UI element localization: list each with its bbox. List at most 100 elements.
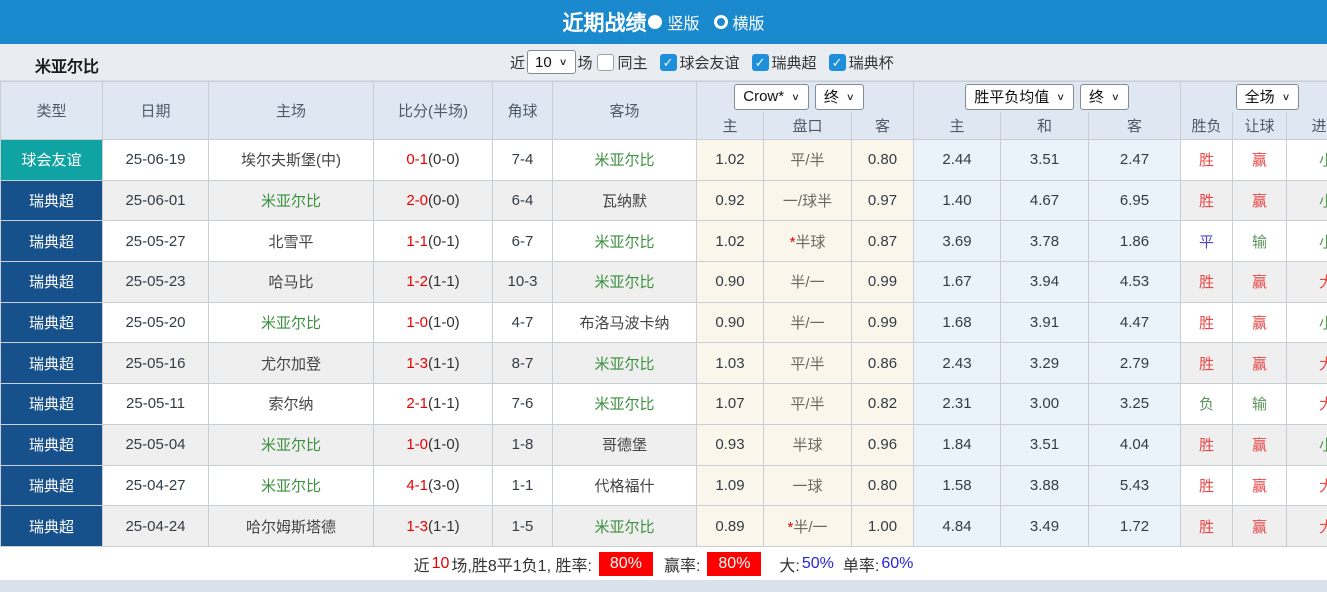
- avg-odds-select[interactable]: 胜平负均值 ∨: [965, 84, 1074, 110]
- handicap-away-odds-cell: 1.00: [852, 506, 914, 547]
- halftime-score: (0-1): [428, 233, 460, 250]
- table-row: 瑞典超 25-05-16 尤尔加登 1-3(1-1) 8-7 米亚尔比 1.03…: [1, 343, 1327, 384]
- corner-cell: 1-8: [493, 424, 553, 465]
- summary-winodds-label: 赢率:: [664, 552, 700, 576]
- corner-cell: 4-7: [493, 302, 553, 343]
- table-row: 瑞典超 25-05-04 米亚尔比 1-0(1-0) 1-8 哥德堡 0.93 …: [1, 424, 1327, 465]
- corner-cell: 7-6: [493, 384, 553, 425]
- handicap-line: 平/半: [790, 396, 824, 413]
- avg-draw-odds-cell: 3.91: [1001, 302, 1089, 343]
- same-home-checkbox[interactable]: ✓: [597, 54, 614, 71]
- avg-final-value: 终: [1089, 86, 1104, 107]
- date-cell: 25-05-11: [103, 384, 209, 425]
- handicap-away-odds-cell: 0.80: [852, 465, 914, 506]
- halftime-score: (1-0): [428, 436, 460, 453]
- home-team-cell: 哈马比: [209, 262, 374, 303]
- avg-draw-odds-cell: 3.51: [1001, 424, 1089, 465]
- big-rate-value: 50%: [802, 555, 834, 573]
- handicap-line-cell: 一球: [764, 465, 852, 506]
- chevron-down-icon: ∨: [1282, 91, 1291, 102]
- sub-header-avg-home: 主: [914, 112, 1001, 140]
- handicap-final-select[interactable]: 终 ∨: [815, 84, 864, 110]
- result-handicap-cell: 赢: [1233, 506, 1287, 547]
- sub-header-handicap-line: 盘口: [764, 112, 852, 140]
- date-cell: 25-06-19: [103, 140, 209, 181]
- result-wdl-cell: 胜: [1181, 180, 1233, 221]
- avg-draw-odds-cell: 4.67: [1001, 180, 1089, 221]
- avg-away-odds-cell: 1.72: [1089, 506, 1181, 547]
- avg-draw-odds-cell: 3.51: [1001, 140, 1089, 181]
- home-team-cell: 米亚尔比: [209, 424, 374, 465]
- match-type-badge: 瑞典超: [1, 424, 103, 465]
- result-handicap-cell: 赢: [1233, 465, 1287, 506]
- friendly-filter-checkbox[interactable]: ✓: [660, 54, 677, 71]
- handicap-final-value: 终: [824, 86, 839, 107]
- table-row: 瑞典超 25-05-20 米亚尔比 1-0(1-0) 4-7 布洛马波卡纳 0.…: [1, 302, 1327, 343]
- allsvenskan-filter-checkbox[interactable]: ✓: [752, 54, 769, 71]
- score-cell: 1-3(1-1): [374, 343, 493, 384]
- horizontal-layout-radio[interactable]: [714, 15, 728, 29]
- handicap-home-odds-cell: 0.90: [697, 262, 764, 303]
- summary-bar: 近10场,胜8平1负1, 胜率: 80% 赢率: 80% 大:50% 单率:60…: [0, 547, 1327, 580]
- result-goals-cell: 小: [1287, 180, 1327, 221]
- handicap-line: 平/半: [790, 356, 824, 373]
- bookmaker-select[interactable]: Crow* ∨: [734, 84, 809, 110]
- handicap-away-odds-cell: 0.99: [852, 302, 914, 343]
- chevron-down-icon: ∨: [1111, 91, 1120, 102]
- sub-header-wdl: 胜负: [1181, 112, 1233, 140]
- horizontal-layout-label[interactable]: 横版: [733, 10, 765, 34]
- corner-cell: 1-5: [493, 506, 553, 547]
- vertical-layout-label[interactable]: 竖版: [667, 10, 699, 34]
- sub-header-avg-away: 客: [1089, 112, 1181, 140]
- away-team-cell: 米亚尔比: [553, 221, 697, 262]
- result-goals-cell: 大: [1287, 506, 1327, 547]
- away-team-cell: 米亚尔比: [553, 140, 697, 181]
- vertical-layout-radio[interactable]: [648, 15, 662, 29]
- handicap-away-odds-cell: 0.97: [852, 180, 914, 221]
- avg-home-odds-cell: 1.67: [914, 262, 1001, 303]
- sub-header-handicap-away: 客: [852, 112, 914, 140]
- date-cell: 25-05-16: [103, 343, 209, 384]
- handicap-line-cell: *半/一: [764, 506, 852, 547]
- halftime-score: (1-1): [428, 273, 460, 290]
- near-label: 近: [510, 52, 525, 73]
- filter-controls: 近 10 ∨ 场 ✓ 同主 ✓ 球会友谊 ✓ 瑞典超 ✓ 瑞典杯: [508, 44, 896, 80]
- corner-cell: 8-7: [493, 343, 553, 384]
- avg-final-select[interactable]: 终 ∨: [1080, 84, 1129, 110]
- halftime-score: (1-0): [428, 314, 460, 331]
- away-team-cell: 米亚尔比: [553, 343, 697, 384]
- home-team-cell: 米亚尔比: [209, 302, 374, 343]
- result-goals-cell: 大: [1287, 465, 1327, 506]
- match-scope-select[interactable]: 全场 ∨: [1236, 84, 1300, 110]
- halftime-score: (0-0): [428, 151, 460, 168]
- corner-cell: 7-4: [493, 140, 553, 181]
- handicap-line-cell: 平/半: [764, 343, 852, 384]
- handicap-home-odds-cell: 1.07: [697, 384, 764, 425]
- corner-cell: 6-4: [493, 180, 553, 221]
- result-handicap-cell: 赢: [1233, 262, 1287, 303]
- date-cell: 25-06-01: [103, 180, 209, 221]
- handicap-away-odds-cell: 0.99: [852, 262, 914, 303]
- handicap-away-odds-cell: 0.82: [852, 384, 914, 425]
- games-count-select[interactable]: 10 ∨: [527, 50, 575, 74]
- sub-header-handicap-result: 让球: [1233, 112, 1287, 140]
- allsvenskan-filter-label: 瑞典超: [772, 52, 817, 73]
- page-title: 近期战绩: [562, 7, 646, 37]
- result-handicap-cell: 输: [1233, 384, 1287, 425]
- match-type-badge: 瑞典超: [1, 384, 103, 425]
- result-handicap-cell: 赢: [1233, 180, 1287, 221]
- avg-away-odds-cell: 6.95: [1089, 180, 1181, 221]
- score-cell: 1-3(1-1): [374, 506, 493, 547]
- away-team-cell: 哥德堡: [553, 424, 697, 465]
- handicap-line: 平/半: [790, 152, 824, 169]
- result-handicap-cell: 赢: [1233, 302, 1287, 343]
- swedish-cup-filter-checkbox[interactable]: ✓: [829, 54, 846, 71]
- halftime-score: (1-1): [428, 355, 460, 372]
- handicap-line: 半/一: [793, 519, 827, 536]
- handicap-home-odds-cell: 0.90: [697, 302, 764, 343]
- avg-home-odds-cell: 1.68: [914, 302, 1001, 343]
- results-tbody: 球会友谊 25-06-19 埃尔夫斯堡(中) 0-1(0-0) 7-4 米亚尔比…: [1, 140, 1327, 547]
- home-team-cell: 尤尔加登: [209, 343, 374, 384]
- result-goals-cell: 小: [1287, 424, 1327, 465]
- result-wdl-cell: 胜: [1181, 506, 1233, 547]
